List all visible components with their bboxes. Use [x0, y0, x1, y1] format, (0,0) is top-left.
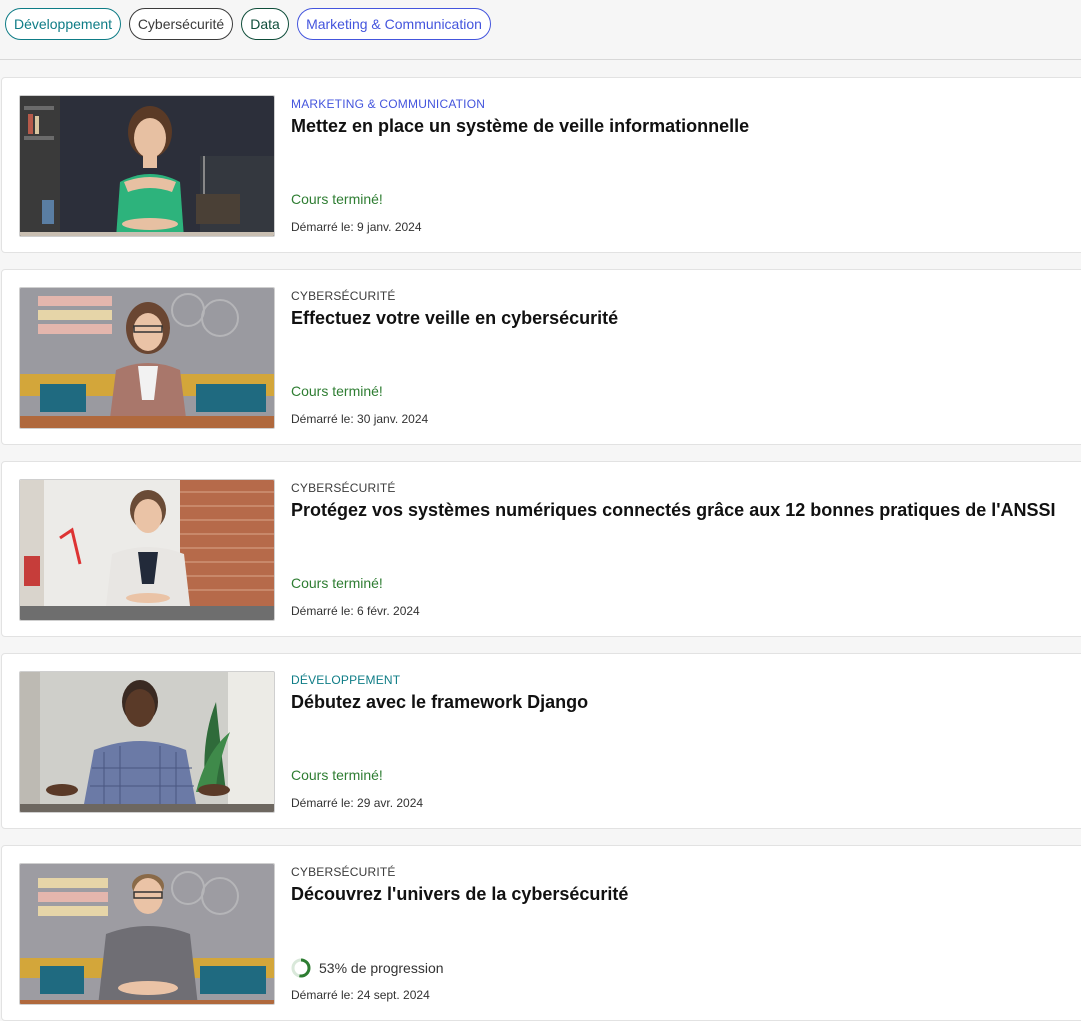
- course-start-date: Démarré le: 24 sept. 2024: [291, 988, 430, 1002]
- course-thumbnail[interactable]: [19, 287, 275, 429]
- course-title[interactable]: Découvrez l'univers de la cybersécurité: [291, 884, 628, 905]
- course-title[interactable]: Protégez vos systèmes numériques connect…: [291, 500, 1056, 521]
- course-progress: 53% de progression: [291, 957, 444, 979]
- filter-chip-cybersecurite[interactable]: Cybersécurité: [129, 8, 233, 40]
- course-card[interactable]: CYBERSÉCURITÉ Découvrez l'univers de la …: [1, 845, 1081, 1021]
- progress-label: 53% de progression: [319, 960, 444, 976]
- instructor-video-image: [20, 672, 274, 812]
- course-start-date: Démarré le: 6 févr. 2024: [291, 604, 420, 618]
- course-card[interactable]: CYBERSÉCURITÉ Protégez vos systèmes numé…: [1, 461, 1081, 637]
- course-category: DÉVELOPPEMENT: [291, 673, 401, 687]
- instructor-video-image: [20, 864, 274, 1004]
- course-thumbnail[interactable]: [19, 671, 275, 813]
- filter-chip-marketing-communication[interactable]: Marketing & Communication: [297, 8, 491, 40]
- course-category: CYBERSÉCURITÉ: [291, 289, 396, 303]
- course-start-date: Démarré le: 9 janv. 2024: [291, 220, 422, 234]
- instructor-video-image: [20, 480, 274, 620]
- filter-chip-developpement[interactable]: Développement: [5, 8, 121, 40]
- progress-ring-icon: [291, 958, 311, 978]
- course-start-date: Démarré le: 29 avr. 2024: [291, 796, 424, 810]
- course-thumbnail[interactable]: [19, 95, 275, 237]
- course-card[interactable]: DÉVELOPPEMENT Débutez avec le framework …: [1, 653, 1081, 829]
- filter-chip-data[interactable]: Data: [241, 8, 289, 40]
- course-status: Cours terminé!: [291, 767, 383, 783]
- course-category: MARKETING & COMMUNICATION: [291, 97, 486, 111]
- course-title[interactable]: Effectuez votre veille en cybersécurité: [291, 308, 618, 329]
- course-status: Cours terminé!: [291, 575, 383, 591]
- course-thumbnail[interactable]: [19, 863, 275, 1005]
- course-title[interactable]: Débutez avec le framework Django: [291, 692, 588, 713]
- course-status: Cours terminé!: [291, 383, 383, 399]
- course-thumbnail[interactable]: [19, 479, 275, 621]
- category-filter-bar: Développement Cybersécurité Data Marketi…: [0, 0, 1081, 60]
- course-status: Cours terminé!: [291, 191, 383, 207]
- course-category: CYBERSÉCURITÉ: [291, 481, 396, 495]
- course-category: CYBERSÉCURITÉ: [291, 865, 396, 879]
- instructor-video-image: [20, 288, 274, 428]
- instructor-video-image: [20, 96, 274, 236]
- course-title[interactable]: Mettez en place un système de veille inf…: [291, 116, 749, 137]
- course-card[interactable]: MARKETING & COMMUNICATION Mettez en plac…: [1, 77, 1081, 253]
- course-start-date: Démarré le: 30 janv. 2024: [291, 412, 429, 426]
- course-card[interactable]: CYBERSÉCURITÉ Effectuez votre veille en …: [1, 269, 1081, 445]
